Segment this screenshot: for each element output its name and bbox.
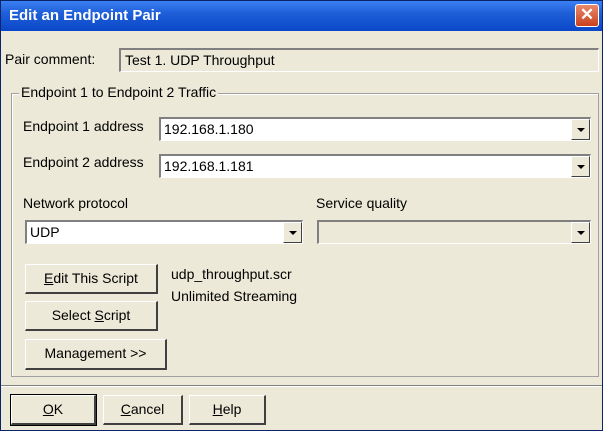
close-button[interactable]: ✕: [575, 4, 599, 27]
script-filename: udp_throughput.scr: [171, 266, 292, 282]
title-bar[interactable]: Edit an Endpoint Pair ✕: [1, 1, 602, 31]
cancel-mnemonic: C: [120, 401, 131, 417]
management-button[interactable]: Management >>: [25, 339, 167, 370]
endpoint1-value: 192.168.1.180: [164, 121, 254, 137]
service-quality-label: Service quality: [316, 195, 408, 211]
window-title: Edit an Endpoint Pair: [9, 7, 161, 24]
pair-comment-label: Pair comment:: [5, 51, 96, 67]
chevron-down-icon: [576, 230, 585, 235]
edit-script-label: dit This Script: [53, 270, 138, 286]
help-mnemonic: H: [212, 401, 223, 417]
edit-script-button[interactable]: Edit This Script: [25, 264, 158, 294]
help-label: elp: [222, 401, 242, 417]
cancel-button[interactable]: Cancel: [103, 395, 183, 425]
chevron-down-icon: [576, 164, 585, 169]
endpoint2-value: 192.168.1.181: [164, 158, 254, 174]
select-script-label-rest: cript: [103, 307, 131, 323]
service-quality-dropdown-button[interactable]: [571, 222, 590, 243]
network-protocol-value: UDP: [30, 224, 60, 240]
endpoint1-dropdown-button[interactable]: [571, 119, 590, 140]
endpoint1-label: Endpoint 1 address: [23, 118, 144, 134]
ok-label: K: [53, 401, 64, 417]
edit-endpoint-pair-dialog: Edit an Endpoint Pair ✕ Pair comment: Te…: [0, 0, 603, 431]
close-icon: ✕: [579, 5, 595, 24]
endpoint1-combobox[interactable]: 192.168.1.180: [159, 117, 591, 141]
chevron-down-icon: [288, 230, 297, 235]
edit-script-mnemonic: E: [44, 270, 54, 286]
footer-separator: [1, 385, 602, 387]
script-description: Unlimited Streaming: [171, 288, 298, 304]
endpoint2-dropdown-button[interactable]: [571, 156, 590, 177]
ok-mnemonic: O: [42, 401, 54, 417]
network-protocol-dropdown-button[interactable]: [283, 222, 302, 243]
help-button[interactable]: Help: [189, 395, 266, 425]
pair-comment-value: Test 1. UDP Throughput: [125, 52, 275, 68]
service-quality-combobox[interactable]: [317, 220, 591, 244]
select-script-label-pre: Select: [51, 307, 95, 323]
endpoint2-combobox[interactable]: 192.168.1.181: [159, 154, 591, 178]
network-protocol-combobox[interactable]: UDP: [25, 220, 303, 244]
select-script-mnemonic: S: [94, 307, 104, 323]
select-script-button[interactable]: Select Script: [25, 301, 158, 331]
management-label: Management >>: [44, 345, 147, 361]
chevron-down-icon: [576, 127, 585, 132]
cancel-label: ancel: [130, 401, 165, 417]
traffic-group-title: Endpoint 1 to Endpoint 2 Traffic: [19, 84, 219, 100]
network-protocol-label: Network protocol: [23, 195, 129, 211]
ok-button[interactable]: OK: [10, 394, 97, 426]
pair-comment-field[interactable]: Test 1. UDP Throughput: [119, 48, 599, 72]
endpoint2-label: Endpoint 2 address: [23, 154, 144, 170]
